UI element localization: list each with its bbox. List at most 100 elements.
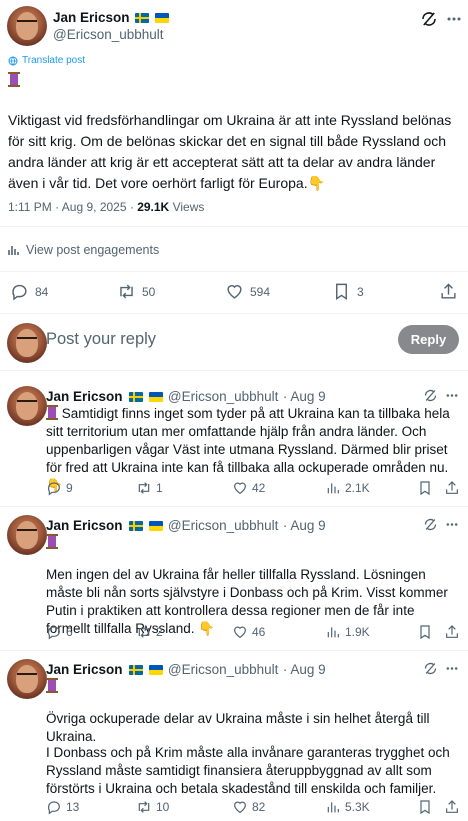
- repost-icon: [120, 284, 133, 299]
- reply-count: 6: [66, 625, 73, 639]
- analytics-icon: [8, 246, 19, 255]
- bookmark-icon: [420, 481, 430, 496]
- analytics-icon: [327, 802, 339, 813]
- bookmark-action[interactable]: [417, 480, 433, 496]
- share-action[interactable]: [444, 480, 460, 496]
- author-name[interactable]: Jan Ericson: [46, 518, 123, 533]
- sweden-flag-icon: [128, 665, 143, 675]
- reply-icon: [47, 801, 60, 815]
- repost-icon: [138, 482, 150, 494]
- reply-action[interactable]: 6: [46, 624, 73, 640]
- reply-action[interactable]: 84: [10, 282, 48, 301]
- post-date[interactable]: · Aug 9: [283, 662, 326, 677]
- like-action[interactable]: 82: [232, 799, 265, 815]
- reply-avatar[interactable]: [7, 386, 47, 426]
- reply-avatar[interactable]: [7, 659, 47, 699]
- like-count: 42: [252, 481, 266, 495]
- compose-avatar: [7, 323, 47, 363]
- reply-avatar[interactable]: [7, 515, 47, 555]
- sweden-flag-icon: [128, 392, 143, 402]
- post-date[interactable]: · Aug 9: [283, 389, 326, 404]
- more-icon[interactable]: [445, 388, 459, 403]
- more-icon[interactable]: [446, 10, 462, 28]
- like-action[interactable]: 42: [232, 480, 265, 496]
- share-icon: [446, 800, 458, 813]
- post-date[interactable]: · Aug 9: [283, 518, 326, 533]
- reply-body-p1: Övriga ockuperade delar av Ukraina måste…: [46, 711, 430, 744]
- compose-input[interactable]: Post your reply: [46, 330, 156, 349]
- reply-action[interactable]: 13: [46, 799, 79, 815]
- globe-icon: [8, 56, 18, 65]
- views-count: 29.1K: [137, 200, 170, 214]
- main-post-body: Viktigast vid fredsförhandlingar om Ukra…: [8, 112, 452, 191]
- views-count: 1.9K: [345, 625, 370, 639]
- analytics-icon: [327, 483, 339, 494]
- main-author-handle[interactable]: @Ericson_ubbhult: [53, 27, 164, 42]
- heart-icon: [234, 801, 246, 814]
- like-action[interactable]: 46: [232, 624, 265, 640]
- like-action[interactable]: 594: [225, 282, 270, 301]
- bookmark-action[interactable]: [417, 624, 433, 640]
- share-action[interactable]: [444, 799, 460, 815]
- analytics-icon: [327, 627, 339, 638]
- author-name[interactable]: Jan Ericson: [46, 662, 123, 677]
- repost-action[interactable]: 2: [136, 624, 163, 640]
- like-count: 594: [250, 284, 271, 299]
- views-action[interactable]: 2.1K: [325, 480, 370, 496]
- reply-count: 13: [66, 800, 80, 814]
- translate-label: Translate post: [22, 55, 85, 66]
- repost-count: 1: [156, 481, 163, 495]
- heart-icon: [234, 626, 246, 639]
- author-handle[interactable]: @Ericson_ubbhult: [168, 518, 279, 533]
- spool-emoji: [46, 534, 58, 552]
- more-icon[interactable]: [445, 517, 459, 532]
- reply-header: Jan Ericson @Ericson_ubbhult · Aug 9: [46, 517, 326, 535]
- author-handle[interactable]: @Ericson_ubbhult: [168, 389, 279, 404]
- share-icon: [446, 481, 458, 494]
- repost-action[interactable]: 50: [117, 282, 155, 301]
- repost-icon: [138, 801, 150, 813]
- share-action[interactable]: [444, 624, 460, 640]
- ukraine-flag-icon: [149, 521, 164, 531]
- main-avatar[interactable]: [7, 6, 47, 46]
- spool-emoji: [8, 72, 20, 90]
- grok-icon[interactable]: [420, 10, 438, 28]
- author-name[interactable]: Jan Ericson: [46, 389, 123, 404]
- grok-icon[interactable]: [423, 388, 438, 403]
- reply-header: Jan Ericson @Ericson_ubbhult · Aug 9: [46, 388, 326, 406]
- reply-body-p2: I Donbass och på Krim måste alla invånar…: [46, 745, 450, 796]
- repost-count: 2: [156, 625, 163, 639]
- like-count: 46: [252, 625, 266, 639]
- share-action[interactable]: [439, 282, 458, 301]
- share-icon: [441, 283, 456, 299]
- views-action[interactable]: 5.3K: [325, 799, 370, 815]
- reply-icon: [47, 626, 60, 640]
- repost-action[interactable]: 1: [136, 480, 163, 496]
- repost-action[interactable]: 10: [136, 799, 169, 815]
- bookmark-action[interactable]: 3: [332, 282, 364, 301]
- sweden-flag-icon: [135, 13, 150, 23]
- reply-icon: [12, 284, 27, 301]
- ukraine-flag-icon: [149, 392, 164, 402]
- reply-action[interactable]: 9: [46, 480, 73, 496]
- more-icon[interactable]: [445, 661, 459, 676]
- repost-count: 50: [142, 284, 156, 299]
- view-engagements-link[interactable]: View post engagements: [8, 243, 159, 257]
- grok-icon[interactable]: [423, 517, 438, 532]
- reply-button[interactable]: Reply: [398, 325, 459, 354]
- translate-button[interactable]: Translate post: [8, 55, 85, 66]
- post-meta: 1:11 PM · Aug 9, 2025 · 29.1K Views: [8, 200, 204, 214]
- repost-icon: [138, 626, 150, 638]
- reply-icon: [47, 482, 60, 496]
- main-author[interactable]: Jan Ericson: [53, 10, 170, 25]
- grok-icon[interactable]: [423, 661, 438, 676]
- views-action[interactable]: 1.9K: [325, 624, 370, 640]
- engagements-label: View post engagements: [26, 243, 160, 257]
- reply-count: 9: [66, 481, 73, 495]
- author-handle[interactable]: @Ericson_ubbhult: [168, 662, 279, 677]
- bookmark-action[interactable]: [417, 799, 433, 815]
- share-icon: [446, 625, 458, 638]
- post-time[interactable]: 1:11 PM · Aug 9, 2025 ·: [8, 200, 137, 214]
- reply-header: Jan Ericson @Ericson_ubbhult · Aug 9: [46, 661, 326, 679]
- ukraine-flag-icon: [149, 665, 164, 675]
